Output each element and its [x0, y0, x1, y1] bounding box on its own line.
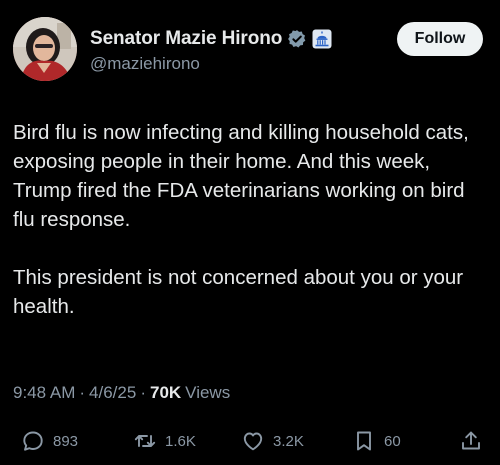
post-paragraph: This president is not concerned about yo…: [13, 266, 464, 318]
repost-count: 1.6K: [165, 432, 196, 450]
like-button[interactable]: 3.2K: [241, 425, 304, 457]
share-button[interactable]: [459, 425, 483, 457]
post-paragraph: Bird flu is now infecting and killing ho…: [13, 121, 469, 231]
verified-badge-icon[interactable]: [287, 29, 307, 49]
post-meta: 9:48 AM · 4/6/25 · 70K Views: [13, 383, 230, 403]
avatar[interactable]: [13, 17, 77, 81]
action-bar: 893 1.6K 3.2K 60: [0, 425, 500, 457]
author-display-name[interactable]: Senator Mazie Hirono: [90, 28, 282, 50]
repost-icon: [134, 435, 156, 447]
author-handle[interactable]: @maziehirono: [90, 54, 200, 74]
bookmark-count: 60: [384, 432, 401, 450]
like-count: 3.2K: [273, 432, 304, 450]
post-time[interactable]: 9:48 AM: [13, 383, 75, 403]
reply-count: 893: [53, 432, 79, 450]
bookmark-button[interactable]: 60: [352, 425, 401, 457]
profile-photo-icon: [13, 17, 77, 81]
author-name-row: Senator Mazie Hirono: [90, 26, 332, 52]
share-icon: [462, 431, 480, 450]
meta-separator: ·: [79, 383, 86, 402]
heart-icon: [243, 432, 263, 451]
follow-button[interactable]: Follow: [397, 22, 483, 56]
views-label: Views: [185, 383, 231, 402]
reply-icon: [23, 431, 43, 451]
capitol-badge-icon[interactable]: [312, 29, 332, 49]
bookmark-icon: [357, 431, 371, 451]
post-date[interactable]: 4/6/25: [89, 383, 136, 403]
meta-separator: ·: [140, 383, 146, 402]
reply-button[interactable]: 893: [21, 425, 78, 457]
views-count: 70K: [149, 383, 182, 402]
post-body: Bird flu is now infecting and killing ho…: [13, 118, 487, 321]
repost-button[interactable]: 1.6K: [133, 425, 196, 457]
